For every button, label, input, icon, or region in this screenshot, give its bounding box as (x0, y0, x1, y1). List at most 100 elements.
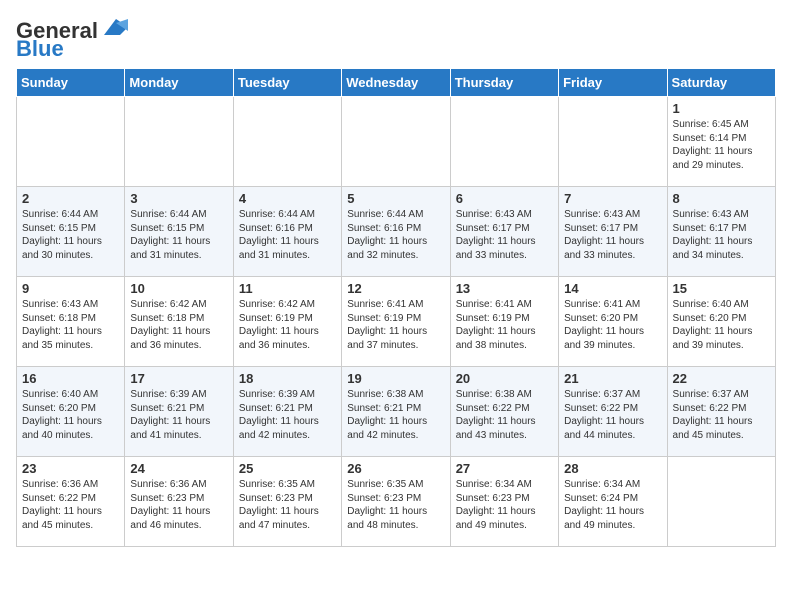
header-row: SundayMondayTuesdayWednesdayThursdayFrid… (17, 69, 776, 97)
day-number: 11 (239, 281, 336, 296)
cell-w4-d5: 21 Sunrise: 6:37 AM Sunset: 6:22 PM Dayli… (559, 367, 667, 457)
cell-info: Sunrise: 6:42 AM Sunset: 6:18 PM Dayligh… (130, 298, 227, 352)
cell-w1-d2 (233, 97, 341, 187)
header: General Blue (16, 16, 776, 60)
header-thursday: Thursday (450, 69, 558, 97)
day-number: 1 (673, 101, 770, 116)
day-number: 21 (564, 371, 661, 386)
cell-w3-d4: 13 Sunrise: 6:41 AM Sunset: 6:19 PM Dayli… (450, 277, 558, 367)
calendar-table: SundayMondayTuesdayWednesdayThursdayFrid… (16, 68, 776, 547)
cell-w1-d6: 1 Sunrise: 6:45 AM Sunset: 6:14 PM Daylig… (667, 97, 775, 187)
cell-w5-d6 (667, 457, 775, 547)
day-number: 12 (347, 281, 444, 296)
cell-w3-d6: 15 Sunrise: 6:40 AM Sunset: 6:20 PM Dayli… (667, 277, 775, 367)
cell-w4-d3: 19Sunrise: 6:38 AM Sunset: 6:21 PM Dayli… (342, 367, 450, 457)
day-number: 6 (456, 191, 553, 206)
day-number: 7 (564, 191, 661, 206)
day-number: 25 (239, 461, 336, 476)
cell-w2-d5: 7 Sunrise: 6:43 AM Sunset: 6:17 PM Daylig… (559, 187, 667, 277)
cell-w1-d5 (559, 97, 667, 187)
logo-blue: Blue (16, 38, 64, 60)
cell-info: Sunrise: 6:41 AM Sunset: 6:19 PM Dayligh… (456, 298, 553, 352)
day-number: 28 (564, 461, 661, 476)
day-number: 3 (130, 191, 227, 206)
cell-w5-d4: 27 Sunrise: 6:34 AM Sunset: 6:23 PM Dayli… (450, 457, 558, 547)
week-row-5: 23 Sunrise: 6:36 AM Sunset: 6:22 PM Dayli… (17, 457, 776, 547)
header-monday: Monday (125, 69, 233, 97)
week-row-2: 2 Sunrise: 6:44 AM Sunset: 6:15 PM Daylig… (17, 187, 776, 277)
cell-info: Sunrise: 6:43 AM Sunset: 6:17 PM Dayligh… (456, 208, 553, 262)
cell-info: Sunrise: 6:43 AM Sunset: 6:17 PM Dayligh… (564, 208, 661, 262)
cell-info: Sunrise: 6:39 AM Sunset: 6:21 PM Dayligh… (239, 388, 336, 442)
cell-w1-d1 (125, 97, 233, 187)
cell-w2-d3: 5 Sunrise: 6:44 AM Sunset: 6:16 PM Daylig… (342, 187, 450, 277)
day-number: 5 (347, 191, 444, 206)
day-number: 13 (456, 281, 553, 296)
cell-info: Sunrise: 6:44 AM Sunset: 6:15 PM Dayligh… (130, 208, 227, 262)
cell-w5-d2: 25Sunrise: 6:35 AM Sunset: 6:23 PM Dayli… (233, 457, 341, 547)
week-row-1: 1 Sunrise: 6:45 AM Sunset: 6:14 PM Daylig… (17, 97, 776, 187)
day-number: 17 (130, 371, 227, 386)
week-row-3: 9 Sunrise: 6:43 AM Sunset: 6:18 PM Daylig… (17, 277, 776, 367)
cell-w1-d3 (342, 97, 450, 187)
cell-info: Sunrise: 6:34 AM Sunset: 6:24 PM Dayligh… (564, 478, 661, 532)
cell-w2-d6: 8Sunrise: 6:43 AM Sunset: 6:17 PM Daylig… (667, 187, 775, 277)
cell-w4-d4: 20 Sunrise: 6:38 AM Sunset: 6:22 PM Dayli… (450, 367, 558, 457)
cell-w2-d1: 3 Sunrise: 6:44 AM Sunset: 6:15 PM Daylig… (125, 187, 233, 277)
day-number: 16 (22, 371, 119, 386)
cell-info: Sunrise: 6:41 AM Sunset: 6:19 PM Dayligh… (347, 298, 444, 352)
cell-w5-d5: 28 Sunrise: 6:34 AM Sunset: 6:24 PM Dayli… (559, 457, 667, 547)
day-number: 4 (239, 191, 336, 206)
cell-info: Sunrise: 6:42 AM Sunset: 6:19 PM Dayligh… (239, 298, 336, 352)
cell-info: Sunrise: 6:45 AM Sunset: 6:14 PM Dayligh… (673, 118, 770, 172)
cell-info: Sunrise: 6:40 AM Sunset: 6:20 PM Dayligh… (22, 388, 119, 442)
day-number: 19 (347, 371, 444, 386)
cell-info: Sunrise: 6:43 AM Sunset: 6:18 PM Dayligh… (22, 298, 119, 352)
day-number: 20 (456, 371, 553, 386)
cell-info: Sunrise: 6:36 AM Sunset: 6:22 PM Dayligh… (22, 478, 119, 532)
cell-info: Sunrise: 6:37 AM Sunset: 6:22 PM Dayligh… (673, 388, 770, 442)
cell-w4-d2: 18 Sunrise: 6:39 AM Sunset: 6:21 PM Dayli… (233, 367, 341, 457)
day-number: 27 (456, 461, 553, 476)
cell-w4-d6: 22 Sunrise: 6:37 AM Sunset: 6:22 PM Dayli… (667, 367, 775, 457)
cell-w3-d1: 10 Sunrise: 6:42 AM Sunset: 6:18 PM Dayli… (125, 277, 233, 367)
day-number: 10 (130, 281, 227, 296)
cell-w5-d3: 26 Sunrise: 6:35 AM Sunset: 6:23 PM Dayli… (342, 457, 450, 547)
cell-info: Sunrise: 6:44 AM Sunset: 6:16 PM Dayligh… (239, 208, 336, 262)
cell-info: Sunrise: 6:43 AM Sunset: 6:17 PM Dayligh… (673, 208, 770, 262)
cell-info: Sunrise: 6:38 AM Sunset: 6:22 PM Dayligh… (456, 388, 553, 442)
cell-info: Sunrise: 6:35 AM Sunset: 6:23 PM Dayligh… (347, 478, 444, 532)
cell-info: Sunrise: 6:34 AM Sunset: 6:23 PM Dayligh… (456, 478, 553, 532)
day-number: 15 (673, 281, 770, 296)
cell-w4-d0: 16 Sunrise: 6:40 AM Sunset: 6:20 PM Dayli… (17, 367, 125, 457)
cell-w2-d2: 4 Sunrise: 6:44 AM Sunset: 6:16 PM Daylig… (233, 187, 341, 277)
day-number: 2 (22, 191, 119, 206)
header-saturday: Saturday (667, 69, 775, 97)
day-number: 22 (673, 371, 770, 386)
week-row-4: 16 Sunrise: 6:40 AM Sunset: 6:20 PM Dayli… (17, 367, 776, 457)
cell-w3-d5: 14 Sunrise: 6:41 AM Sunset: 6:20 PM Dayli… (559, 277, 667, 367)
cell-info: Sunrise: 6:40 AM Sunset: 6:20 PM Dayligh… (673, 298, 770, 352)
day-number: 26 (347, 461, 444, 476)
cell-w5-d1: 24 Sunrise: 6:36 AM Sunset: 6:23 PM Dayli… (125, 457, 233, 547)
day-number: 9 (22, 281, 119, 296)
cell-info: Sunrise: 6:37 AM Sunset: 6:22 PM Dayligh… (564, 388, 661, 442)
day-number: 24 (130, 461, 227, 476)
header-wednesday: Wednesday (342, 69, 450, 97)
day-number: 23 (22, 461, 119, 476)
cell-info: Sunrise: 6:44 AM Sunset: 6:15 PM Dayligh… (22, 208, 119, 262)
cell-w3-d3: 12 Sunrise: 6:41 AM Sunset: 6:19 PM Dayli… (342, 277, 450, 367)
day-number: 18 (239, 371, 336, 386)
cell-w2-d4: 6 Sunrise: 6:43 AM Sunset: 6:17 PM Daylig… (450, 187, 558, 277)
cell-info: Sunrise: 6:41 AM Sunset: 6:20 PM Dayligh… (564, 298, 661, 352)
header-friday: Friday (559, 69, 667, 97)
header-tuesday: Tuesday (233, 69, 341, 97)
cell-w4-d1: 17 Sunrise: 6:39 AM Sunset: 6:21 PM Dayli… (125, 367, 233, 457)
cell-w1-d0 (17, 97, 125, 187)
logo-icon (100, 17, 132, 39)
cell-w1-d4 (450, 97, 558, 187)
day-number: 14 (564, 281, 661, 296)
cell-info: Sunrise: 6:44 AM Sunset: 6:16 PM Dayligh… (347, 208, 444, 262)
cell-info: Sunrise: 6:39 AM Sunset: 6:21 PM Dayligh… (130, 388, 227, 442)
cell-info: Sunrise: 6:36 AM Sunset: 6:23 PM Dayligh… (130, 478, 227, 532)
